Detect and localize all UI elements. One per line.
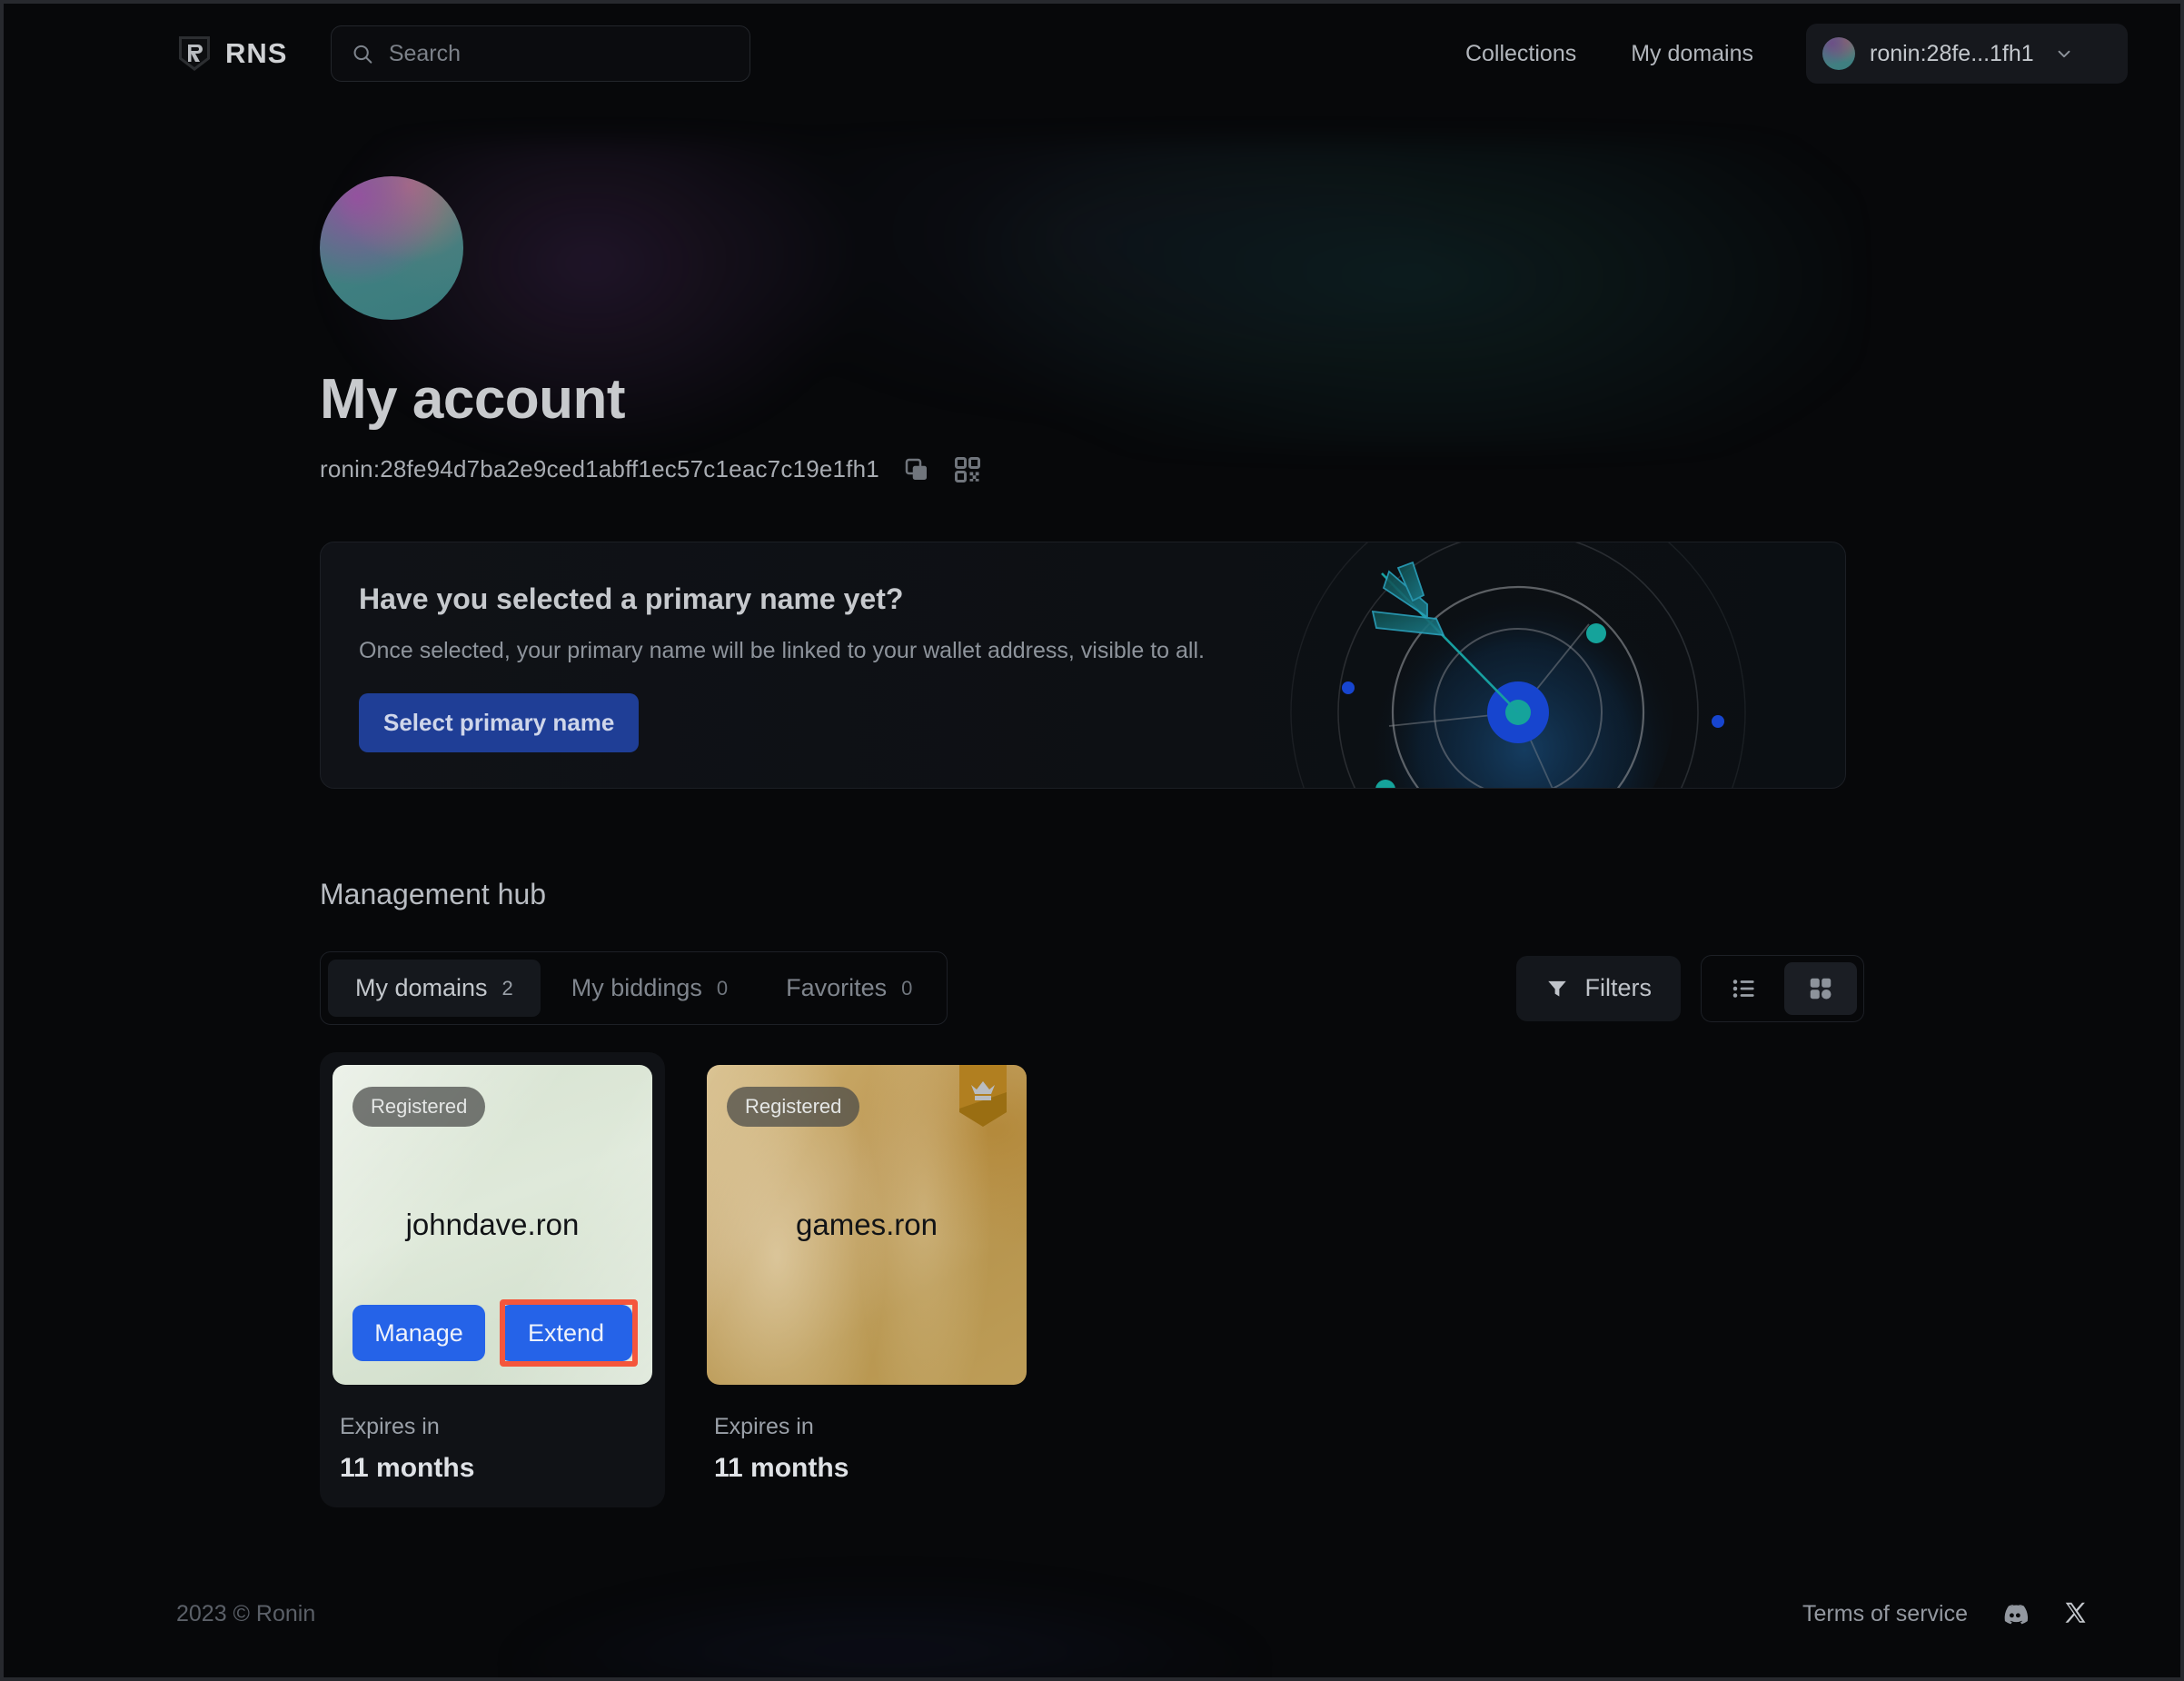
x-twitter-icon[interactable] — [2062, 1600, 2090, 1627]
expires-value: 11 months — [340, 1453, 475, 1483]
filters-button[interactable]: Filters — [1515, 955, 1681, 1021]
tab-my-biddings[interactable]: My biddings 0 — [544, 960, 755, 1017]
status-badge: Registered — [727, 1087, 860, 1127]
wallet-address: ronin:28fe94d7ba2e9ced1abff1ec57c1eac7c1… — [320, 455, 879, 482]
funnel-icon — [1547, 980, 1566, 997]
tab-label: My domains — [355, 974, 488, 1001]
expires-label: Expires in — [714, 1414, 814, 1439]
expires-label: Expires in — [340, 1414, 440, 1439]
grid-view-icon — [1810, 978, 1832, 999]
tab-my-domains[interactable]: My domains 2 — [328, 960, 541, 1017]
domain-cards-grid: Registered johndave.ron Manage Extend Ex… — [320, 1052, 1864, 1507]
copy-icon[interactable] — [903, 456, 930, 483]
account-menu-button[interactable]: ronin:28fe...1fh1 — [1806, 24, 2128, 84]
tab-count: 2 — [501, 976, 513, 1000]
search-icon — [353, 45, 372, 64]
nav-link-my-domains[interactable]: My domains — [1603, 28, 1781, 80]
qr-code-icon-glyph — [954, 456, 980, 482]
app-window: RNS Collections My domains ronin:28fe...… — [4, 4, 2180, 1677]
page-title: My account — [320, 368, 626, 431]
tab-count: 0 — [716, 976, 729, 1000]
crown-badge-icon — [959, 1065, 1007, 1127]
tab-label: Favorites — [786, 974, 888, 1001]
manage-button[interactable]: Manage — [352, 1305, 485, 1361]
promo-title: Have you selected a primary name yet? — [359, 582, 904, 615]
promo-subtitle: Once selected, your primary name will be… — [359, 638, 1205, 663]
filters-label: Filters — [1584, 974, 1653, 1001]
list-view-icon — [1732, 979, 1754, 998]
domain-card-artwork: Registered johndave.ron Manage Extend — [333, 1065, 652, 1385]
list-view-button[interactable] — [1708, 962, 1781, 1015]
domain-name: johndave.ron — [405, 1208, 580, 1241]
terms-of-service-link[interactable]: Terms of service — [1802, 1601, 1968, 1627]
account-address-short: ronin:28fe...1fh1 — [1870, 40, 2034, 66]
management-hub-toolbar: My domains 2 My biddings 0 Favorites 0 F… — [320, 951, 1864, 1025]
expires-value: 11 months — [714, 1453, 849, 1483]
site-footer: 2023 © Ronin Terms of service — [4, 1550, 2180, 1677]
tab-count: 0 — [901, 976, 913, 1000]
hub-tabs: My domains 2 My biddings 0 Favorites 0 — [320, 951, 948, 1025]
domain-card-meta: Expires in 11 months — [707, 1414, 1027, 1484]
brand-name: RNS — [225, 37, 288, 69]
copy-icon-glyph — [905, 458, 927, 480]
account-avatar — [1822, 37, 1855, 70]
domain-card[interactable]: Registered johndave.ron Manage Extend Ex… — [320, 1052, 665, 1507]
select-primary-name-button[interactable]: Select primary name — [359, 693, 640, 752]
discord-icon[interactable] — [2000, 1599, 2030, 1628]
chevron-down-icon — [2058, 50, 2070, 58]
tab-label: My biddings — [571, 974, 702, 1001]
wallet-address-row: ronin:28fe94d7ba2e9ced1abff1ec57c1eac7c1… — [320, 455, 1864, 483]
nav-link-collections[interactable]: Collections — [1438, 28, 1603, 80]
x-twitter-icon-glyph — [2065, 1602, 2086, 1623]
main-nav: Collections My domains ronin:28fe...1fh1 — [1438, 24, 2128, 84]
domain-name: games.ron — [796, 1208, 938, 1241]
discord-icon-glyph — [2004, 1604, 2028, 1625]
view-mode-toggle — [1701, 954, 1864, 1022]
domain-card-artwork: Registered games.ron — [707, 1065, 1027, 1385]
ronin-shield-logo-icon — [179, 36, 210, 71]
search-box[interactable] — [331, 25, 751, 82]
grid-view-button[interactable] — [1784, 961, 1857, 1015]
extend-button[interactable]: Extend — [500, 1305, 632, 1361]
domain-card-meta: Expires in 11 months — [333, 1414, 652, 1484]
management-hub-title: Management hub — [320, 878, 547, 910]
status-badge: Registered — [352, 1087, 486, 1127]
hub-tools: Filters — [1515, 954, 1864, 1022]
search-input[interactable] — [388, 40, 730, 67]
tab-favorites[interactable]: Favorites 0 — [759, 960, 939, 1017]
domain-card-actions: Manage Extend — [352, 1305, 632, 1361]
qr-code-icon[interactable] — [954, 456, 981, 483]
primary-name-banner: Have you selected a primary name yet? On… — [320, 542, 1846, 789]
footer-links: Terms of service — [1802, 1599, 2090, 1628]
site-header: RNS Collections My domains ronin:28fe...… — [4, 4, 2180, 104]
target-with-arrow-illustration — [1290, 542, 1746, 788]
copyright-text: 2023 © Ronin — [176, 1600, 316, 1626]
brand-logo[interactable]: RNS — [176, 34, 287, 74]
profile-avatar — [320, 176, 463, 320]
domain-card[interactable]: Registered games.ron Expires in 11 month… — [694, 1052, 1039, 1507]
main-content: My account ronin:28fe94d7ba2e9ced1abff1e… — [4, 104, 2180, 1507]
